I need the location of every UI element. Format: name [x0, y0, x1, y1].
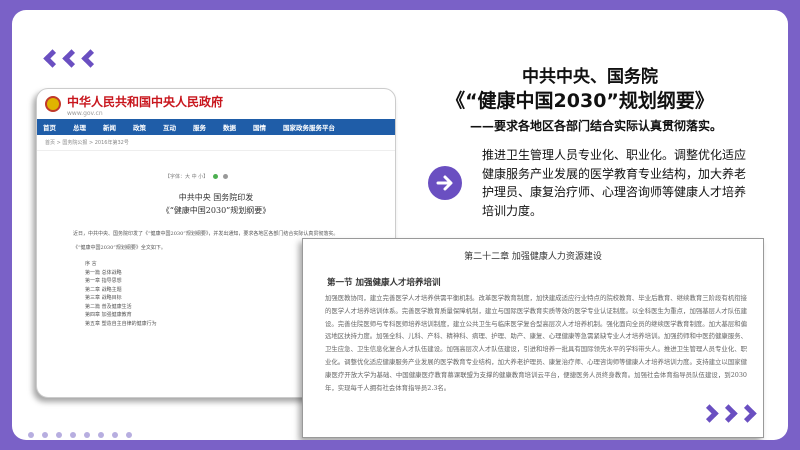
nav-item[interactable]: 服务: [193, 122, 206, 132]
plan-section-excerpt: 第二十二章 加强健康人力资源建设 第一节 加强健康人才培养培训 加强医教协同，建…: [302, 238, 764, 438]
share-icon[interactable]: [213, 174, 219, 179]
chevron-right-icon: [738, 404, 757, 423]
chevron-right-icon: [719, 404, 738, 423]
font-size-label[interactable]: 【字体：大 中 小】: [165, 173, 208, 180]
breadcrumb: 首页 > 国务院公报 > 2016年第32号: [37, 135, 395, 151]
nav-item[interactable]: 互动: [163, 122, 176, 132]
doc-heading-1: 中共中央 国务院印发: [178, 193, 254, 202]
slide-body: 推进卫生管理人员专业化、职业化。调整优化适应健康服务产业发展的医学教育专业结构，…: [482, 148, 747, 218]
nav-item[interactable]: 首页: [43, 122, 56, 132]
nav-item[interactable]: 数据: [223, 122, 236, 132]
decor-dots: [28, 432, 134, 438]
chapter-title: 第二十二章 加强健康人力资源建设: [464, 252, 602, 262]
gov-header: 中华人民共和国中央人民政府 www.gov.cn: [37, 89, 395, 119]
gov-nav: 首页 总理 新闻 政策 互动 服务 数据 国情 国家政务服务平台: [37, 119, 395, 135]
chevron-left-icon: [81, 49, 100, 68]
decor-chevrons: [43, 49, 100, 68]
nav-item[interactable]: 总理: [73, 122, 86, 132]
section-title: 第一节 加强健康人才培养培训: [327, 278, 441, 288]
chevron-right-icon: [700, 404, 719, 423]
font-size-tools: 【字体：大 中 小】: [165, 173, 395, 180]
doc-intro-para: 近日，中共中央、国务院印发了《“健康中国2030”规划纲要》，并发出通知，要求各…: [73, 231, 339, 237]
doc-heading-2: 《“健康中国2030”规划纲要》: [161, 206, 271, 215]
national-emblem-icon: [45, 96, 61, 112]
nav-item[interactable]: 政策: [133, 122, 146, 132]
nav-item[interactable]: 国情: [253, 122, 266, 132]
section-paragraph: 加强医教协同，建立完善医学人才培养供需平衡机制。改革医学教育制度，加快建成适应行…: [325, 294, 747, 392]
slide-title-line2: 《“健康中国2030”规划纲要》: [446, 90, 714, 112]
arrow-right-icon: [428, 166, 462, 200]
decor-chevrons-bottom: [700, 404, 757, 423]
gov-site-url: www.gov.cn: [67, 110, 103, 117]
slide-subtitle: ——要求各地区各部门结合实际认真贯彻落实。: [470, 119, 723, 133]
slide-title-line1: 中共中央、国务院: [522, 67, 658, 87]
print-icon[interactable]: [223, 174, 229, 179]
slide: 中华人民共和国中央人民政府 www.gov.cn 首页 总理 新闻 政策 互动 …: [12, 10, 788, 440]
gov-site-title: 中华人民共和国中央人民政府: [67, 95, 224, 109]
nav-item[interactable]: 国家政务服务平台: [283, 122, 335, 132]
chevron-left-icon: [62, 49, 81, 68]
nav-item[interactable]: 新闻: [103, 122, 116, 132]
chevron-left-icon: [43, 49, 62, 68]
